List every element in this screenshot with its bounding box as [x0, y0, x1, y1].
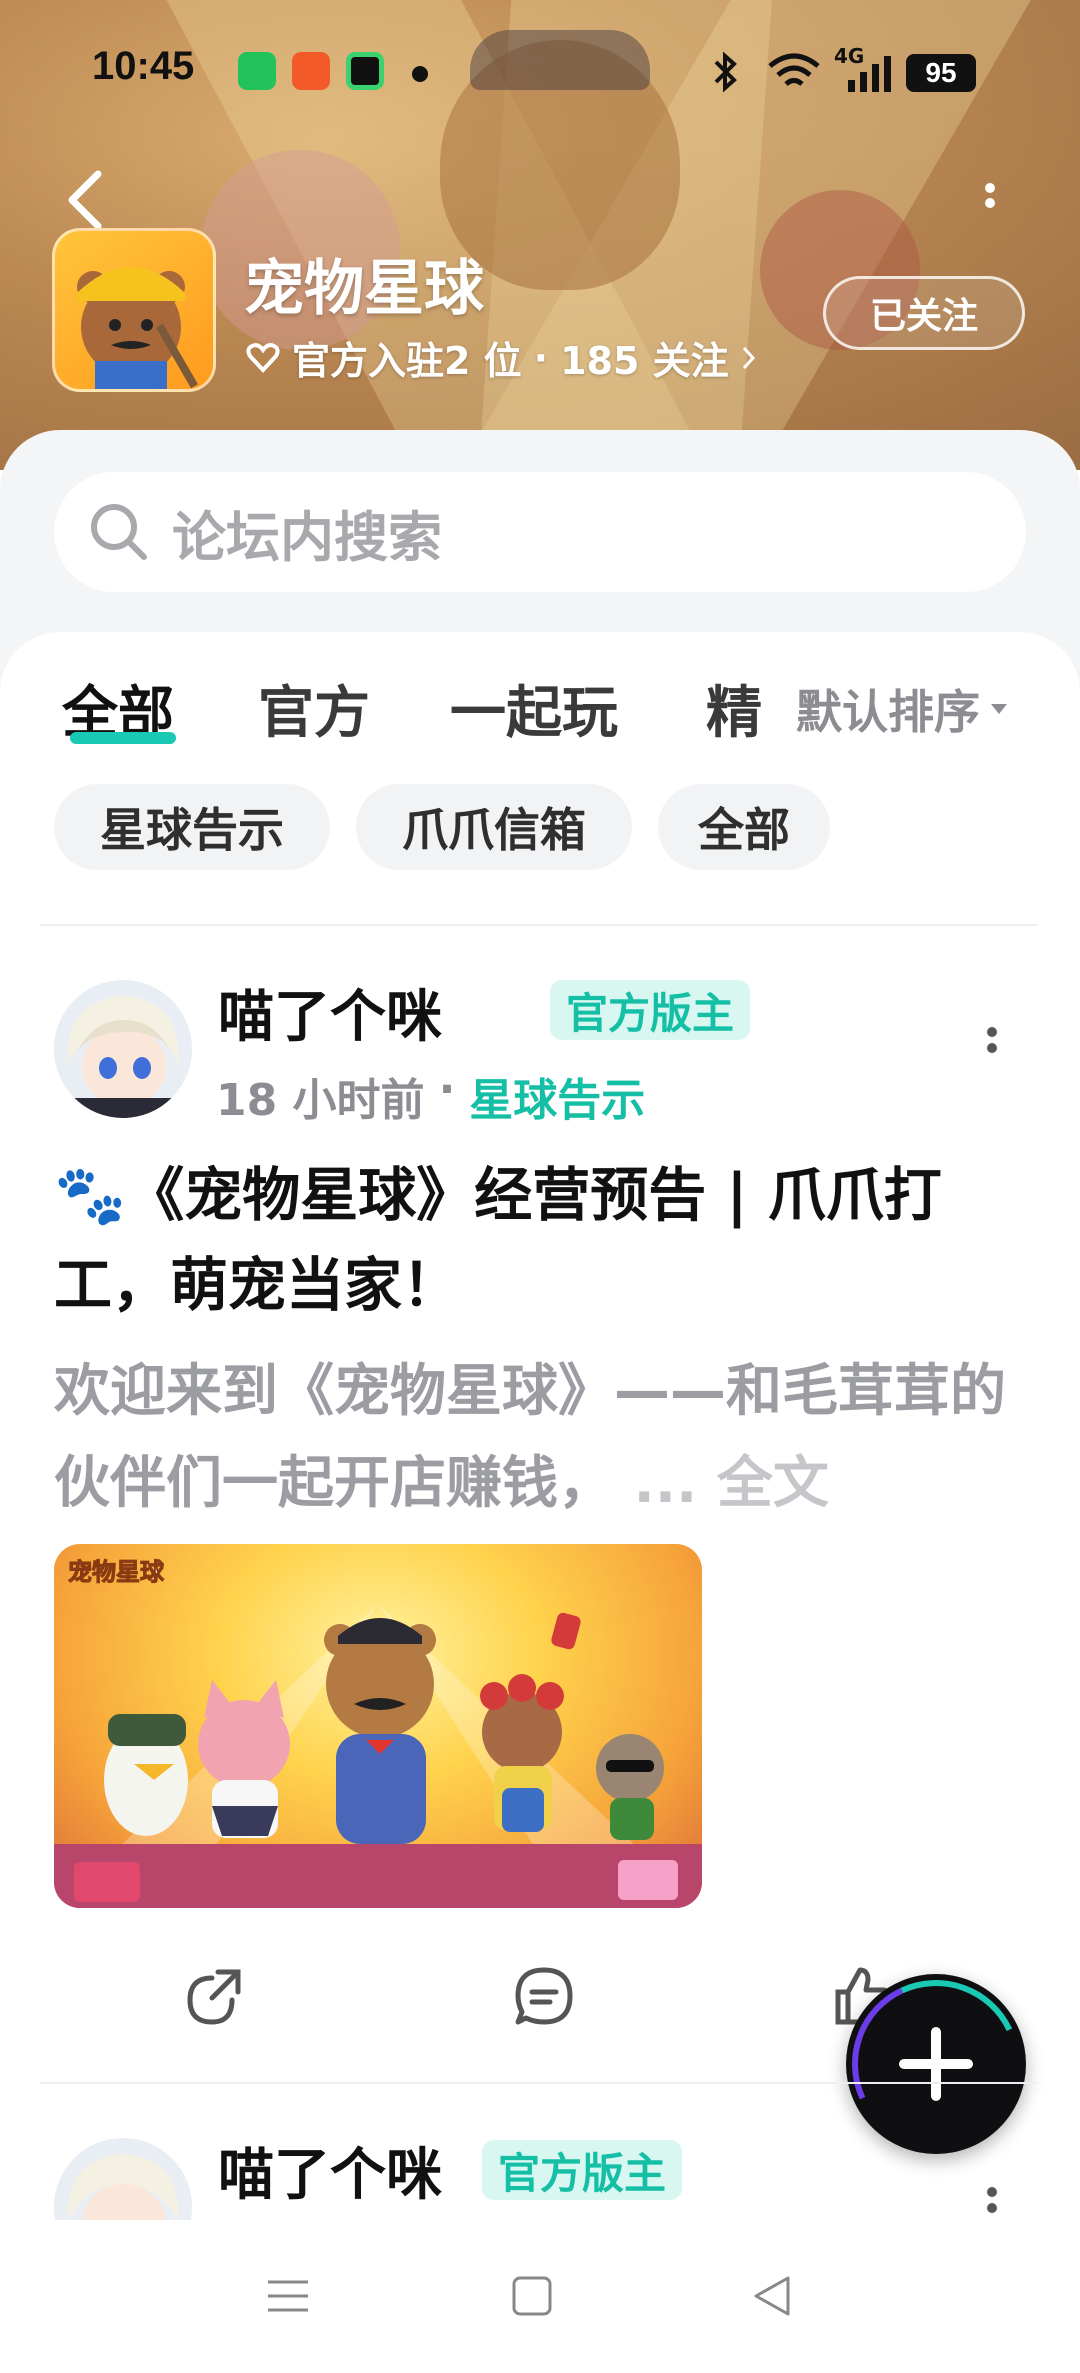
wifi-icon [768, 53, 820, 86]
avatar[interactable] [54, 980, 192, 1118]
home-icon[interactable] [508, 2272, 556, 2320]
post-image[interactable]: 宠物星球 [54, 1544, 702, 1908]
search-icon [91, 504, 147, 560]
bear-miner-logo-icon [77, 267, 198, 389]
post-more-icon[interactable] [984, 1024, 1000, 1072]
verified-heart-icon [246, 342, 280, 373]
gift-box [74, 1862, 140, 1902]
tab-play-together[interactable]: 一起玩 [450, 668, 618, 749]
divider [40, 924, 1038, 926]
caret-down-icon [991, 704, 1007, 714]
read-more-link[interactable]: ... 全文 [634, 1451, 829, 1516]
image-logo-text: 宠物星球 [68, 1558, 165, 1586]
back-arrow-icon[interactable] [62, 168, 106, 232]
post-time: 18 小时前 [216, 1075, 425, 1126]
wechat-icon [238, 52, 276, 90]
signal-icon [848, 56, 891, 92]
search-placeholder: 论坛内搜索 [172, 505, 442, 569]
stats-separator: · [533, 335, 549, 380]
forum-logo [52, 228, 216, 392]
moderator-badge: 官方版主 [550, 980, 751, 1040]
followers-count: 185 关注 [560, 339, 729, 383]
duck-character [104, 1714, 188, 1836]
status-time: 10:45 [92, 44, 195, 88]
bear-character [324, 1618, 436, 1844]
chip-mailbox[interactable]: 爪爪信箱 [356, 784, 632, 870]
comment-icon[interactable] [512, 1964, 576, 2028]
official-count: 官方入驻2 位 [292, 339, 522, 383]
search-input[interactable]: 论坛内搜索 [54, 472, 1026, 592]
tab-featured[interactable]: 精 [706, 668, 762, 749]
post-excerpt-text: 欢迎来到《宠物星球》——和毛茸茸的伙伴们一起开店赚钱， [54, 1359, 1006, 1516]
chip-announcements[interactable]: 星球告示 [54, 784, 330, 870]
post-excerpt[interactable]: 欢迎来到《宠物星球》——和毛茸茸的伙伴们一起开店赚钱， ... 全文 [54, 1346, 1034, 1530]
back-nav-icon[interactable] [748, 2272, 796, 2320]
sort-dropdown[interactable]: 默认排序 [796, 676, 1008, 742]
bluetooth-icon [714, 51, 737, 93]
active-tab-indicator [70, 732, 176, 744]
post-author[interactable]: 喵了个咪 [218, 2130, 442, 2211]
status-bar: 10:45 4G 95 [0, 40, 1080, 110]
post-meta: 18 小时前 · 星球告示 [216, 1064, 645, 1128]
video-app-icon [346, 52, 384, 90]
post-author[interactable]: 喵了个咪 [218, 972, 442, 1053]
meta-separator: · [438, 1064, 456, 1115]
chevron-right-icon [742, 346, 755, 369]
anime-avatar-icon [54, 980, 192, 1118]
gift-box [618, 1860, 678, 1900]
pet-characters-illustration: 宠物星球 [54, 1558, 702, 1908]
post-category[interactable]: 星球告示 [469, 1064, 645, 1128]
tab-official[interactable]: 官方 [258, 668, 370, 749]
sort-label: 默认排序 [796, 685, 980, 739]
chip-all[interactable]: 全部 [658, 784, 830, 870]
forum-title: 宠物星球 [244, 254, 484, 324]
app-icon [292, 52, 330, 90]
divider [40, 2082, 1038, 2084]
battery-indicator: 95 [906, 54, 976, 92]
share-icon[interactable] [182, 1964, 246, 2028]
menu-icon[interactable] [264, 2272, 312, 2320]
post-title[interactable]: 🐾《宠物星球》经营预告 | 爪爪打工，萌宠当家！ [54, 1150, 1014, 1330]
forum-stats[interactable]: 官方入驻2 位 · 185 关注 [246, 330, 757, 385]
notification-dot-icon [412, 66, 428, 82]
follow-button[interactable]: 已关注 [823, 276, 1025, 350]
more-options-icon[interactable] [980, 178, 1000, 228]
moderator-badge: 官方版主 [482, 2140, 683, 2200]
create-post-button[interactable] [828, 1956, 1044, 2172]
